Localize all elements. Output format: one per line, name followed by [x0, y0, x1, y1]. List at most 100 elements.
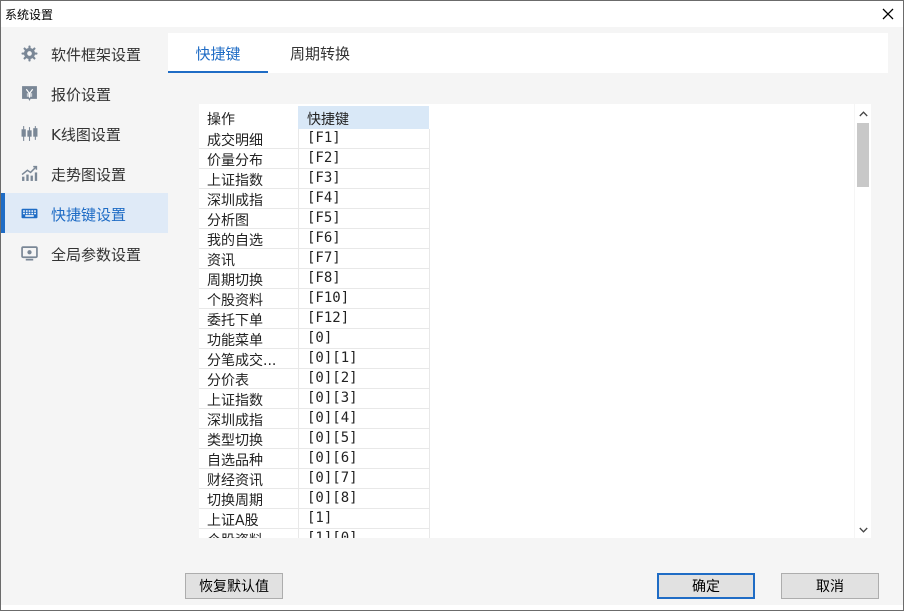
sidebar-item-trend[interactable]: 走势图设置: [1, 153, 168, 193]
table-header: 操作 快捷键: [199, 106, 430, 129]
column-divider: [429, 449, 430, 469]
shortcut-cell[interactable]: [0][4]: [307, 410, 427, 426]
column-header-action[interactable]: 操作: [207, 109, 235, 129]
close-icon: [882, 8, 894, 20]
vertical-scrollbar[interactable]: [855, 104, 871, 538]
action-cell: 资讯: [207, 253, 235, 269]
table-row[interactable]: 周期切换 [F8]: [199, 269, 430, 289]
shortcut-cell[interactable]: [0][5]: [307, 430, 427, 446]
shortcut-cell[interactable]: [0][6]: [307, 450, 427, 466]
action-cell: 类型切换: [207, 433, 263, 449]
shortcut-cell[interactable]: [F7]: [307, 250, 427, 266]
column-divider: [429, 249, 430, 269]
action-cell: 委托下单: [207, 313, 263, 329]
column-divider: [429, 409, 430, 429]
action-cell: 分笔成交...: [207, 353, 277, 369]
shortcut-cell[interactable]: [F3]: [307, 170, 427, 186]
column-divider: [298, 329, 299, 349]
shortcut-cell[interactable]: [0][2]: [307, 370, 427, 386]
table-body: 成交明细 [F1] 价量分布 [F2] 上证指数 [F3] 深圳成指 [F4] 分析图 [F5] 我…: [199, 129, 430, 538]
column-divider: [429, 329, 430, 349]
table-row[interactable]: 深圳成指 [F4]: [199, 189, 430, 209]
sidebar-item-label: 报价设置: [51, 86, 112, 104]
table-row[interactable]: 深圳成指 [0][4]: [199, 409, 430, 429]
table-row[interactable]: 委托下单 [F12]: [199, 309, 430, 329]
tab-period-convert[interactable]: 周期转换: [270, 33, 370, 73]
main-panel: 快捷键 周期转换 操作 快捷键 成交明细 [F1] 价量分布 [F2] 上证指数 [F3]…: [168, 27, 903, 605]
action-cell: 切换周期: [207, 493, 263, 509]
shortcut-cell[interactable]: [F1]: [307, 130, 427, 146]
table-row[interactable]: 分笔成交... [0][1]: [199, 349, 430, 369]
action-cell: 分析图: [207, 213, 249, 229]
sidebar-item-shortcuts[interactable]: 快捷键设置: [1, 193, 168, 233]
table-row[interactable]: 功能菜单 [0]: [199, 329, 430, 349]
yen-icon: [21, 85, 38, 102]
table-row[interactable]: 财经资讯 [0][7]: [199, 469, 430, 489]
gear-icon: [21, 45, 38, 62]
table-row[interactable]: 切换周期 [0][8]: [199, 489, 430, 509]
column-divider: [298, 169, 299, 189]
shortcut-cell[interactable]: [F2]: [307, 150, 427, 166]
shortcut-cell[interactable]: [1]: [307, 510, 427, 526]
scroll-thumb[interactable]: [857, 123, 869, 187]
column-divider: [298, 149, 299, 169]
ok-button[interactable]: 确定: [657, 573, 755, 599]
table-row[interactable]: 成交明细 [F1]: [199, 129, 430, 149]
shortcut-cell[interactable]: [F10]: [307, 290, 427, 306]
shortcut-cell[interactable]: [0][3]: [307, 390, 427, 406]
shortcut-cell[interactable]: [F4]: [307, 190, 427, 206]
shortcut-cell[interactable]: [F12]: [307, 310, 427, 326]
shortcut-cell[interactable]: [0][1]: [307, 350, 427, 366]
column-divider: [429, 309, 430, 329]
column-divider: [429, 369, 430, 389]
shortcut-cell[interactable]: [F8]: [307, 270, 427, 286]
sidebar-item-quotes[interactable]: 报价设置: [1, 73, 168, 113]
column-header-shortcut[interactable]: 快捷键: [307, 109, 349, 129]
chevron-down-icon: [858, 527, 868, 533]
column-divider: [429, 149, 430, 169]
scroll-down-button[interactable]: [855, 522, 871, 538]
sidebar-item-framework[interactable]: 软件框架设置: [1, 33, 168, 73]
table-row[interactable]: 自选品种 [0][6]: [199, 449, 430, 469]
restore-defaults-button[interactable]: 恢复默认值: [185, 573, 283, 599]
column-divider: [429, 349, 430, 369]
shortcut-cell[interactable]: [0][8]: [307, 490, 427, 506]
shortcut-cell[interactable]: [0][7]: [307, 470, 427, 486]
table-row[interactable]: 类型切换 [0][5]: [199, 429, 430, 449]
shortcut-cell[interactable]: [F6]: [307, 230, 427, 246]
tab-label: 快捷键: [195, 45, 241, 63]
column-divider: [298, 229, 299, 249]
column-divider: [429, 209, 430, 229]
cancel-button[interactable]: 取消: [781, 573, 879, 599]
column-divider: [429, 169, 430, 189]
table-row[interactable]: 分析图 [F5]: [199, 209, 430, 229]
tab-shortcuts[interactable]: 快捷键: [168, 33, 268, 73]
column-divider: [429, 269, 430, 289]
table-row[interactable]: 上证A股 [1]: [199, 509, 430, 529]
keyboard-icon: [21, 205, 38, 222]
column-divider: [298, 249, 299, 269]
action-cell: 我的自选: [207, 233, 263, 249]
scroll-up-button[interactable]: [855, 106, 871, 122]
table-row[interactable]: 个股资料 [1][0]: [199, 529, 430, 538]
column-divider: [298, 369, 299, 389]
close-button[interactable]: [873, 1, 903, 27]
column-divider: [298, 189, 299, 209]
shortcut-cell[interactable]: [F5]: [307, 210, 427, 226]
table-row[interactable]: 上证指数 [0][3]: [199, 389, 430, 409]
table-row[interactable]: 资讯 [F7]: [199, 249, 430, 269]
table-row[interactable]: 价量分布 [F2]: [199, 149, 430, 169]
table-row[interactable]: 我的自选 [F6]: [199, 229, 430, 249]
table-row[interactable]: 分价表 [0][2]: [199, 369, 430, 389]
sidebar-item-label: 全局参数设置: [51, 246, 142, 264]
table-row[interactable]: 上证指数 [F3]: [199, 169, 430, 189]
column-divider: [429, 189, 430, 209]
action-cell: 个股资料: [207, 530, 297, 538]
column-divider: [429, 509, 430, 529]
table-row[interactable]: 个股资料 [F10]: [199, 289, 430, 309]
tab-label: 周期转换: [289, 45, 350, 63]
sidebar-item-kline[interactable]: K线图设置: [1, 113, 168, 153]
shortcut-cell[interactable]: [1][0]: [307, 530, 427, 538]
shortcut-cell[interactable]: [0]: [307, 330, 427, 346]
sidebar-item-global[interactable]: 全局参数设置: [1, 233, 168, 273]
